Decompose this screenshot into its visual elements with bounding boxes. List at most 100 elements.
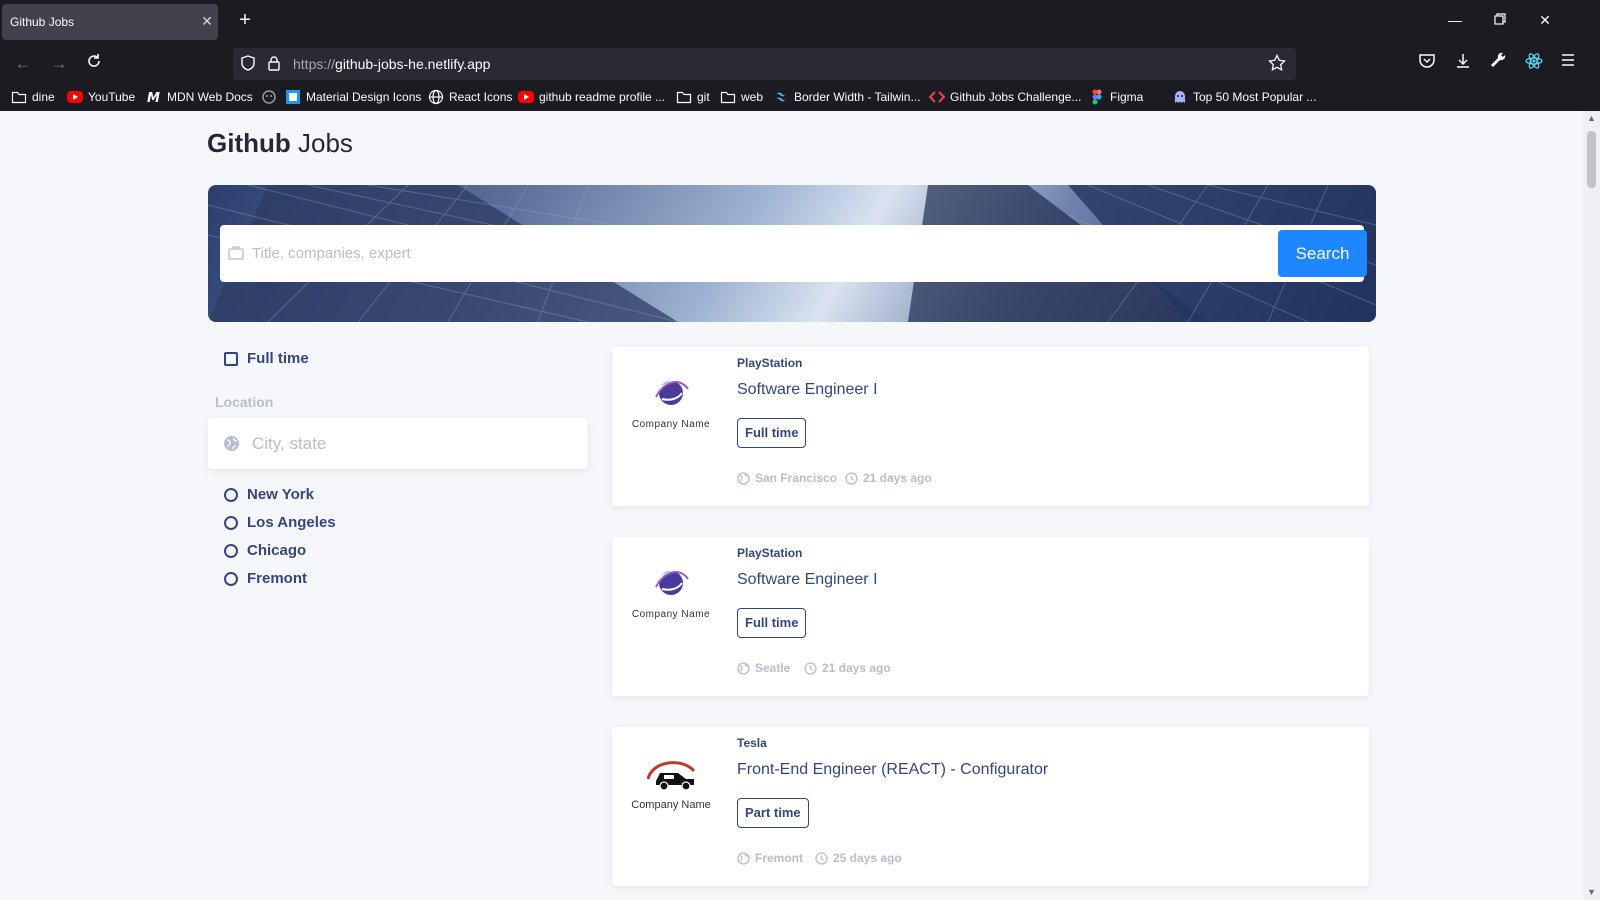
minimize-icon[interactable]: —: [1445, 10, 1465, 30]
job-title[interactable]: Software Engineer I: [737, 381, 878, 399]
mdi-icon: [285, 89, 301, 105]
bookmark-label: MDN Web Docs: [167, 90, 253, 104]
close-window-icon[interactable]: ✕: [1535, 10, 1555, 30]
bookmark-material-design-icons[interactable]: Material Design Icons: [285, 88, 421, 106]
posted-text: 25 days ago: [833, 851, 902, 865]
lock-icon[interactable]: [265, 54, 285, 74]
job-card[interactable]: Company Name PlayStation Software Engine…: [612, 537, 1369, 696]
wrench-icon[interactable]: [1490, 52, 1514, 76]
job-card[interactable]: Company Name Tesla Front-End Engineer (R…: [612, 727, 1369, 886]
bookmark-label: Top 50 Most Popular ...: [1193, 90, 1317, 104]
bookmark-label: YouTube: [88, 90, 136, 104]
location-box: [208, 418, 588, 469]
job-type-badge: Part time: [737, 798, 809, 828]
bookmark-octopus[interactable]: [261, 88, 282, 106]
company-name: Tesla: [737, 736, 767, 750]
location-text: Seatle: [755, 661, 791, 675]
scroll-up-arrow-icon[interactable]: ▲: [1586, 113, 1597, 124]
location-input[interactable]: [252, 428, 572, 460]
forward-arrow-icon[interactable]: →: [47, 52, 71, 76]
city-option-new-york[interactable]: New York: [224, 486, 314, 503]
youtube-icon: [67, 89, 83, 105]
radio-button[interactable]: [224, 487, 238, 502]
globe-icon: [737, 661, 750, 675]
bookmark-git[interactable]: git: [676, 88, 710, 106]
tab-strip: Github Jobs ✕ + — ✕: [0, 0, 1600, 44]
bookmark-youtube[interactable]: YouTube: [67, 88, 135, 106]
logo-caption: Company Name: [631, 609, 711, 620]
new-tab-icon[interactable]: +: [235, 10, 255, 30]
job-posted: 21 days ago: [804, 661, 891, 675]
bookmark-github-readme[interactable]: github readme profile ...: [518, 88, 665, 106]
mdn-icon: M: [146, 89, 162, 106]
back-arrow-icon[interactable]: ←: [11, 52, 35, 76]
folder-icon: [11, 89, 27, 105]
scroll-thumb[interactable]: [1587, 131, 1596, 188]
tab-title: Github Jobs: [10, 15, 75, 29]
pocket-icon[interactable]: [1418, 52, 1442, 76]
city-option-chicago[interactable]: Chicago: [224, 542, 306, 559]
job-type-badge: Full time: [737, 608, 807, 638]
full-time-label: Full time: [247, 350, 309, 367]
bookmark-top-50[interactable]: Top 50 Most Popular ...: [1172, 88, 1316, 106]
bookmark-web[interactable]: web: [720, 88, 763, 106]
city-option-los-angeles[interactable]: Los Angeles: [224, 514, 336, 531]
hero-banner: Search: [208, 185, 1376, 322]
bookmark-tailwind[interactable]: Border Width - Tailwin...: [773, 88, 921, 106]
close-tab-icon[interactable]: ✕: [198, 12, 216, 30]
reload-icon[interactable]: [82, 52, 106, 76]
clock-icon: [815, 851, 828, 865]
tab-github-jobs[interactable]: Github Jobs ✕: [2, 4, 218, 40]
job-type-badge: Full time: [737, 418, 807, 448]
globe-logo-icon: [655, 380, 689, 405]
bookmark-react-icons[interactable]: React Icons: [428, 88, 512, 106]
page-content: Github Jobs Search Full time: [0, 111, 1583, 900]
radio-button[interactable]: [224, 571, 238, 586]
devchallenges-icon: [928, 89, 946, 105]
download-icon[interactable]: [1454, 52, 1478, 76]
bookmark-label: React Icons: [449, 90, 513, 104]
job-title[interactable]: Software Engineer I: [737, 571, 878, 589]
star-icon[interactable]: [1268, 53, 1288, 74]
city-option-fremont[interactable]: Fremont: [224, 570, 307, 587]
company-name: PlayStation: [737, 546, 803, 560]
job-title[interactable]: Front-End Engineer (REACT) - Configurato…: [737, 761, 1048, 779]
city-label: Los Angeles: [247, 514, 336, 531]
nav-bar: ← → https://github-jobs-he.netlify.app: [0, 44, 1600, 84]
job-posted: 21 days ago: [845, 471, 932, 485]
job-card[interactable]: Company Name PlayStation Software Engine…: [612, 347, 1369, 506]
svg-text:M: M: [147, 91, 160, 105]
ghost-icon: [1172, 89, 1188, 105]
globe-icon: [737, 851, 750, 865]
restore-icon[interactable]: [1490, 10, 1510, 30]
url-bar[interactable]: https://github-jobs-he.netlify.app: [233, 48, 1296, 80]
url-text[interactable]: https://github-jobs-he.netlify.app: [293, 56, 490, 72]
bookmark-dine[interactable]: dine: [11, 88, 55, 106]
city-label: Chicago: [247, 542, 307, 559]
page-title: Github Jobs: [207, 128, 353, 159]
location-text: San Francisco: [755, 471, 838, 485]
page-scrollbar[interactable]: ▲ ▼: [1583, 111, 1600, 900]
globe-icon: [737, 471, 750, 485]
bookmark-github-jobs-challenge[interactable]: Github Jobs Challenge...: [928, 88, 1081, 106]
menu-icon[interactable]: [1560, 52, 1584, 76]
radio-button[interactable]: [224, 515, 238, 530]
bookmark-label: git: [697, 90, 710, 104]
posted-text: 21 days ago: [822, 661, 891, 675]
bookmark-mdn[interactable]: M MDN Web Docs: [146, 88, 253, 106]
full-time-checkbox[interactable]: [224, 351, 238, 366]
job-location: Fremont: [737, 851, 803, 865]
bookmark-label: Material Design Icons: [306, 90, 422, 104]
search-input[interactable]: [252, 237, 1252, 269]
react-devtools-icon[interactable]: [1525, 52, 1549, 76]
scroll-down-arrow-icon[interactable]: ▼: [1586, 887, 1597, 898]
logo-caption: Company Name: [631, 799, 711, 811]
radio-button[interactable]: [224, 543, 238, 558]
full-time-filter[interactable]: Full time: [224, 350, 309, 367]
location-text: Fremont: [755, 851, 803, 865]
location-title: Location: [215, 394, 274, 410]
search-button[interactable]: Search: [1278, 230, 1367, 277]
clock-icon: [845, 471, 858, 485]
bookmark-figma[interactable]: Figma: [1089, 88, 1143, 106]
shield-icon[interactable]: [239, 54, 259, 74]
